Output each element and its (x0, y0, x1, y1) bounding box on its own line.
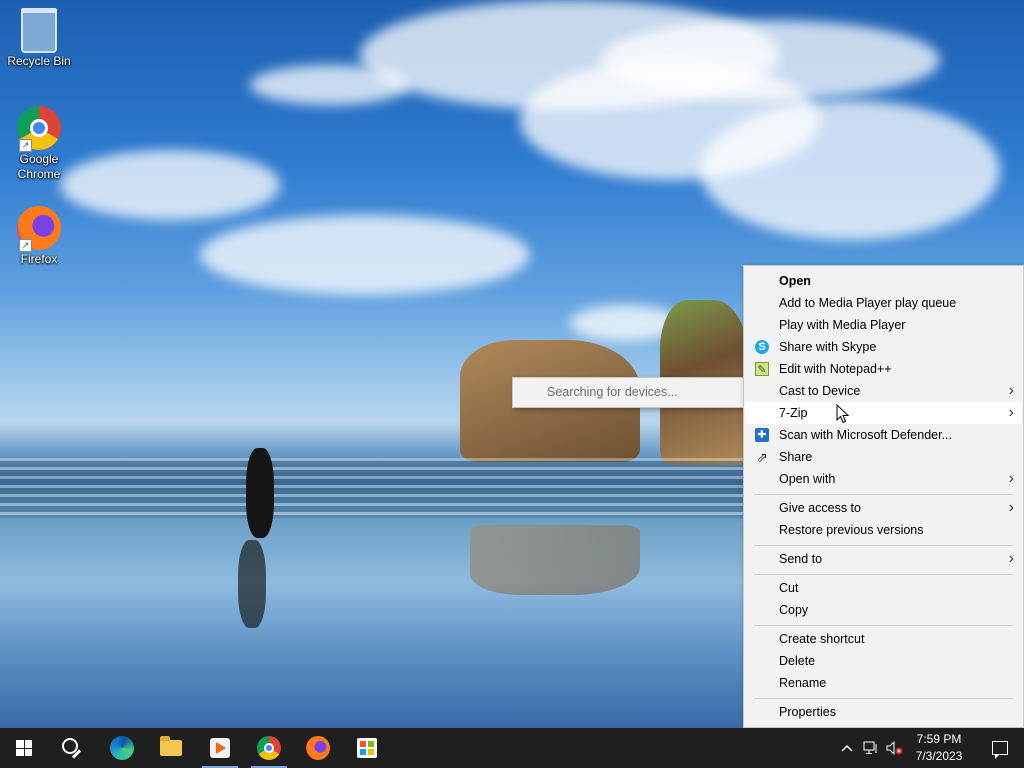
network-tray-button[interactable] (860, 728, 882, 768)
menu-item-delete[interactable]: Delete (745, 650, 1022, 672)
notepad-plus-plus-icon: ✎ (755, 362, 769, 376)
desktop-icon-firefox[interactable]: ↗ Firefox (1, 206, 77, 267)
microsoft-store-icon (357, 738, 377, 758)
menu-item-edit-with-notepad-plus-plus[interactable]: ✎ Edit with Notepad++ (745, 358, 1022, 380)
defender-icon: ✚ (755, 428, 769, 442)
menu-item-create-shortcut[interactable]: Create shortcut (745, 628, 1022, 650)
share-icon: ⇗ (756, 449, 768, 465)
menu-item-share-with-skype[interactable]: S Share with Skype (745, 336, 1022, 358)
menu-separator (754, 625, 1013, 626)
cast-to-device-submenu: Searching for devices... (512, 377, 744, 408)
search-icon (62, 738, 78, 754)
clock-date: 7/3/2023 (915, 749, 963, 763)
menu-item-properties[interactable]: Properties (745, 701, 1022, 723)
desktop-icon-recycle-bin[interactable]: Recycle Bin (1, 8, 77, 69)
taskbar-chrome[interactable] (247, 728, 291, 768)
menu-item-open-with[interactable]: Open with › (745, 468, 1022, 490)
taskbar-clock[interactable]: 7:59 PM 7/3/2023 (906, 731, 972, 765)
menu-item-send-to[interactable]: Send to › (745, 548, 1022, 570)
chrome-icon (257, 736, 281, 760)
context-menu: Open Add to Media Player play queue Play… (743, 265, 1024, 728)
firefox-icon (306, 736, 330, 760)
menu-item-cut[interactable]: Cut (745, 577, 1022, 599)
chevron-right-icon: › (1008, 382, 1014, 399)
volume-tray-button[interactable] (884, 728, 906, 768)
search-button[interactable] (50, 728, 94, 768)
menu-item-open[interactable]: Open (745, 270, 1022, 292)
menu-item-add-to-play-queue[interactable]: Add to Media Player play queue (745, 292, 1022, 314)
menu-item-give-access-to[interactable]: Give access to › (745, 497, 1022, 519)
recycle-bin-icon (17, 8, 61, 53)
chevron-right-icon: › (1008, 470, 1014, 487)
taskbar-media-player[interactable] (198, 728, 242, 768)
taskbar-file-explorer[interactable] (149, 728, 193, 768)
desktop-icon-label: Google Chrome (17, 152, 61, 181)
chevron-up-icon (841, 744, 853, 752)
menu-item-restore-previous-versions[interactable]: Restore previous versions (745, 519, 1022, 541)
chevron-right-icon: › (1008, 499, 1014, 516)
volume-muted-icon (886, 741, 903, 755)
media-player-icon (210, 738, 230, 758)
firefox-icon: ↗ (17, 206, 61, 252)
desktop-icon-label: Recycle Bin (7, 54, 71, 68)
taskbar: 7:59 PM 7/3/2023 (0, 728, 1024, 768)
clock-time: 7:59 PM (916, 732, 962, 746)
menu-item-share[interactable]: ⇗ Share (745, 446, 1022, 468)
menu-separator (754, 698, 1013, 699)
menu-separator (754, 545, 1013, 546)
desktop-icon-label: Firefox (20, 252, 58, 266)
taskbar-edge[interactable] (100, 728, 144, 768)
chrome-icon: ↗ (17, 106, 61, 152)
menu-item-play-with-media-player[interactable]: Play with Media Player (745, 314, 1022, 336)
menu-separator (754, 494, 1013, 495)
chevron-right-icon: › (1008, 404, 1014, 421)
notification-icon (992, 741, 1008, 759)
desktop-icon-google-chrome[interactable]: ↗ Google Chrome (1, 106, 77, 182)
taskbar-microsoft-store[interactable] (345, 728, 389, 768)
network-icon (863, 741, 877, 754)
edge-icon (110, 736, 134, 760)
menu-item-cast-to-device[interactable]: Cast to Device › (745, 380, 1022, 402)
menu-item-rename[interactable]: Rename (745, 672, 1022, 694)
windows-logo-icon (16, 740, 32, 756)
menu-item-7-zip[interactable]: 7-Zip › (745, 402, 1022, 424)
menu-item-scan-with-defender[interactable]: ✚ Scan with Microsoft Defender... (745, 424, 1022, 446)
show-hidden-icons-button[interactable] (838, 728, 856, 768)
chevron-right-icon: › (1008, 550, 1014, 567)
taskbar-firefox[interactable] (296, 728, 340, 768)
menu-separator (754, 574, 1013, 575)
action-center-button[interactable] (980, 728, 1020, 768)
file-explorer-icon (160, 736, 182, 756)
menu-item-copy[interactable]: Copy (745, 599, 1022, 621)
start-button[interactable] (2, 728, 46, 768)
skype-icon: S (755, 340, 769, 354)
searching-devices-text: Searching for devices... (547, 385, 678, 399)
